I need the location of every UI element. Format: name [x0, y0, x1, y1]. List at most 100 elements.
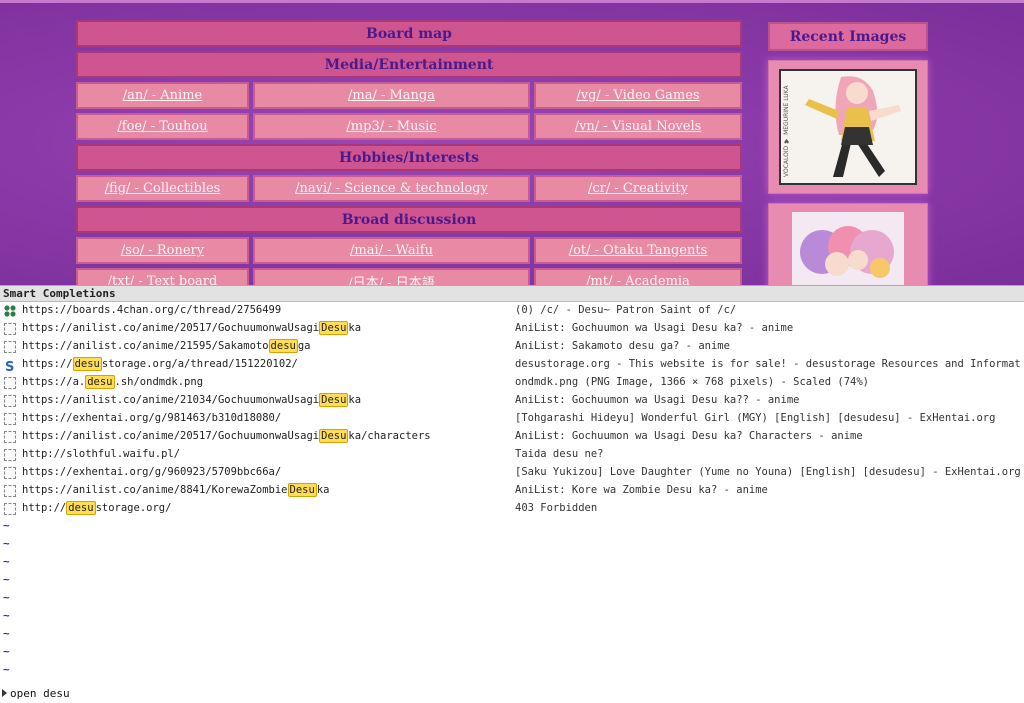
board-link-ot[interactable]: /ot/ - Otaku Tangents	[534, 237, 742, 264]
recent-images-panel: Recent Images VOCALOID ♥ MEGURINE LUKA	[768, 22, 928, 285]
url-text: .sh/ondmdk.png	[114, 376, 204, 388]
completion-title: AniList: Kore wa Zombie Desu ka? - anime	[515, 484, 768, 496]
match-highlight: desu	[72, 357, 102, 371]
tilde-marker: ~	[3, 537, 10, 550]
completion-url: https://desu storage.org/a/thread/1512201…	[22, 357, 298, 371]
completion-title: AniList: Gochuumon wa Usagi Desu ka?? - …	[515, 394, 800, 406]
board-row: /foe/ - Touhou /mp3/ - Music /vn/ - Visu…	[76, 113, 742, 140]
completion-row[interactable]: https://exhentai.org/g/981463/b310d18080…	[0, 411, 1024, 429]
completion-title: 403 Forbidden	[515, 502, 598, 514]
board-link-an[interactable]: /an/ - Anime	[76, 82, 249, 109]
desustorage-s-icon: S	[4, 359, 16, 375]
board-link-cr[interactable]: /cr/ - Creativity	[534, 175, 742, 202]
url-text: https://anilist.co/anime/20517/Gochuumon…	[22, 322, 320, 334]
match-highlight: desu	[85, 375, 115, 389]
url-text: storage.org/	[95, 502, 172, 514]
board-map: Board map Media/Entertainment /an/ - Ani…	[76, 20, 742, 285]
completion-row[interactable]: Shttps://desu storage.org/a/thread/151220…	[0, 357, 1024, 375]
completion-title: AniList: Gochuumon wa Usagi Desu ka? - a…	[515, 322, 794, 334]
empty-line-markers: ~ ~ ~ ~ ~ ~ ~ ~ ~	[3, 519, 10, 681]
completion-row[interactable]: https://anilist.co/anime/8841/KorewaZomb…	[0, 483, 1024, 501]
completion-row[interactable]: http://desu storage.org/403 Forbidden	[0, 501, 1024, 519]
board-link-vn[interactable]: /vn/ - Visual Novels	[534, 113, 742, 140]
url-text: https://anilist.co/anime/20517/Gochuumon…	[22, 430, 320, 442]
board-map-title: Board map	[76, 20, 742, 47]
tilde-marker: ~	[3, 573, 10, 586]
board-link-fig[interactable]: /fig/ - Collectibles	[76, 175, 249, 202]
completion-url: https://anilist.co/anime/8841/KorewaZomb…	[22, 483, 330, 497]
board-row: /an/ - Anime /ma/ - Manga /vg/ - Video G…	[76, 82, 742, 109]
completion-url: https://anilist.co/anime/21034/Gochuumon…	[22, 393, 362, 407]
completion-url: https://anilist.co/anime/21595/Sakamoto d…	[22, 339, 311, 353]
site-top-border	[0, 0, 1024, 3]
recent-image-thumbnail[interactable]	[768, 203, 928, 285]
command-line[interactable]: open desu	[0, 686, 1024, 703]
command-input[interactable]: open desu	[10, 687, 70, 700]
blank-favicon-icon	[4, 323, 16, 335]
match-highlight: desu	[66, 501, 96, 515]
board-link-so[interactable]: /so/ - Ronery	[76, 237, 249, 264]
recent-image-thumbnail[interactable]: VOCALOID ♥ MEGURINE LUKA	[768, 60, 928, 194]
website-viewport: Board map Media/Entertainment /an/ - Ani…	[0, 0, 1024, 285]
completion-url: https://a. desu .sh/ondmdk.png	[22, 375, 204, 389]
url-text: http://slothful.waifu.pl/	[22, 448, 181, 460]
match-highlight: Desu	[319, 429, 349, 443]
url-text: https://anilist.co/anime/21034/Gochuumon…	[22, 394, 320, 406]
completion-title: AniList: Sakamoto desu ga? - anime	[515, 340, 730, 352]
blank-favicon-icon	[4, 449, 16, 461]
tilde-marker: ~	[3, 519, 10, 532]
completion-row[interactable]: https://anilist.co/anime/21595/Sakamoto d…	[0, 339, 1024, 357]
board-link-mt[interactable]: /mt/ - Academia	[534, 268, 742, 285]
url-text: https://a.	[22, 376, 86, 388]
board-link-ma[interactable]: /ma/ - Manga	[253, 82, 530, 109]
completion-title: AniList: Gochuumon wa Usagi Desu ka? Cha…	[515, 430, 863, 442]
completion-row[interactable]: https://anilist.co/anime/20517/Gochuumon…	[0, 429, 1024, 447]
completion-title: (0) /c/ - Desu~ Patron Saint of /c/	[515, 304, 737, 316]
prompt-arrow-icon	[2, 689, 7, 697]
completion-row[interactable]: https://boards.4chan.org/c/thread/275649…	[0, 303, 1024, 321]
tilde-marker: ~	[3, 663, 10, 676]
tilde-marker: ~	[3, 555, 10, 568]
blank-favicon-icon	[4, 341, 16, 353]
board-link-nihon[interactable]: /日本/ - 日本語	[253, 268, 530, 285]
board-link-navi[interactable]: /navi/ - Science & technology	[253, 175, 530, 202]
blank-favicon-icon	[4, 467, 16, 479]
url-text: ka	[348, 394, 362, 406]
thumbnail-caption: VOCALOID ♥ MEGURINE LUKA	[783, 85, 790, 177]
url-text: https://boards.4chan.org/c/thread/275649…	[22, 304, 282, 316]
smart-completions-header: Smart Completions	[0, 285, 1024, 302]
anime-group-image[interactable]	[792, 212, 904, 285]
completion-title: [Saku Yukizou] Love Daughter (Yume no Yo…	[515, 466, 1020, 478]
board-link-foe[interactable]: /foe/ - Touhou	[76, 113, 249, 140]
blank-favicon-icon	[4, 485, 16, 497]
url-text: https://exhentai.org/g/981463/b310d18080…	[22, 412, 282, 424]
completion-row[interactable]: https://anilist.co/anime/20517/Gochuumon…	[0, 321, 1024, 339]
url-text: ka	[316, 484, 330, 496]
blank-favicon-icon	[4, 431, 16, 443]
completion-title: [Tohgarashi Hideyu] Wonderful Girl (MGY)…	[515, 412, 996, 424]
tilde-marker: ~	[3, 645, 10, 658]
completion-row[interactable]: http://slothful.waifu.pl/Taida desu ne?	[0, 447, 1024, 465]
recent-images-title: Recent Images	[768, 22, 928, 51]
completion-row[interactable]: https://a. desu .sh/ondmdk.png ondmdk.png (…	[0, 375, 1024, 393]
completion-row[interactable]: https://anilist.co/anime/21034/Gochuumon…	[0, 393, 1024, 411]
anime-girl-image[interactable]: VOCALOID ♥ MEGURINE LUKA	[779, 69, 917, 185]
tilde-marker: ~	[3, 627, 10, 640]
board-link-txt[interactable]: /txt/ - Text board	[76, 268, 249, 285]
completion-row[interactable]: https://exhentai.org/g/960923/5709bbc66a…	[0, 465, 1024, 483]
board-row: /txt/ - Text board /日本/ - 日本語 /mt/ - Aca…	[76, 268, 742, 285]
board-link-mai[interactable]: /mai/ - Waifu	[253, 237, 530, 264]
url-text: https://exhentai.org/g/960923/5709bbc66a…	[22, 466, 282, 478]
blank-favicon-icon	[4, 413, 16, 425]
blank-favicon-icon	[4, 377, 16, 389]
board-link-vg[interactable]: /vg/ - Video Games	[534, 82, 742, 109]
category-header-broad: Broad discussion	[76, 206, 742, 233]
completion-url: http://slothful.waifu.pl/	[22, 448, 180, 460]
completions-list: https://boards.4chan.org/c/thread/275649…	[0, 303, 1024, 519]
match-highlight: desu	[268, 339, 298, 353]
blank-favicon-icon	[4, 395, 16, 407]
board-row: /fig/ - Collectibles /navi/ - Science & …	[76, 175, 742, 202]
board-link-mp3[interactable]: /mp3/ - Music	[253, 113, 530, 140]
match-highlight: Desu	[319, 393, 349, 407]
4chan-clover-icon	[4, 305, 16, 317]
